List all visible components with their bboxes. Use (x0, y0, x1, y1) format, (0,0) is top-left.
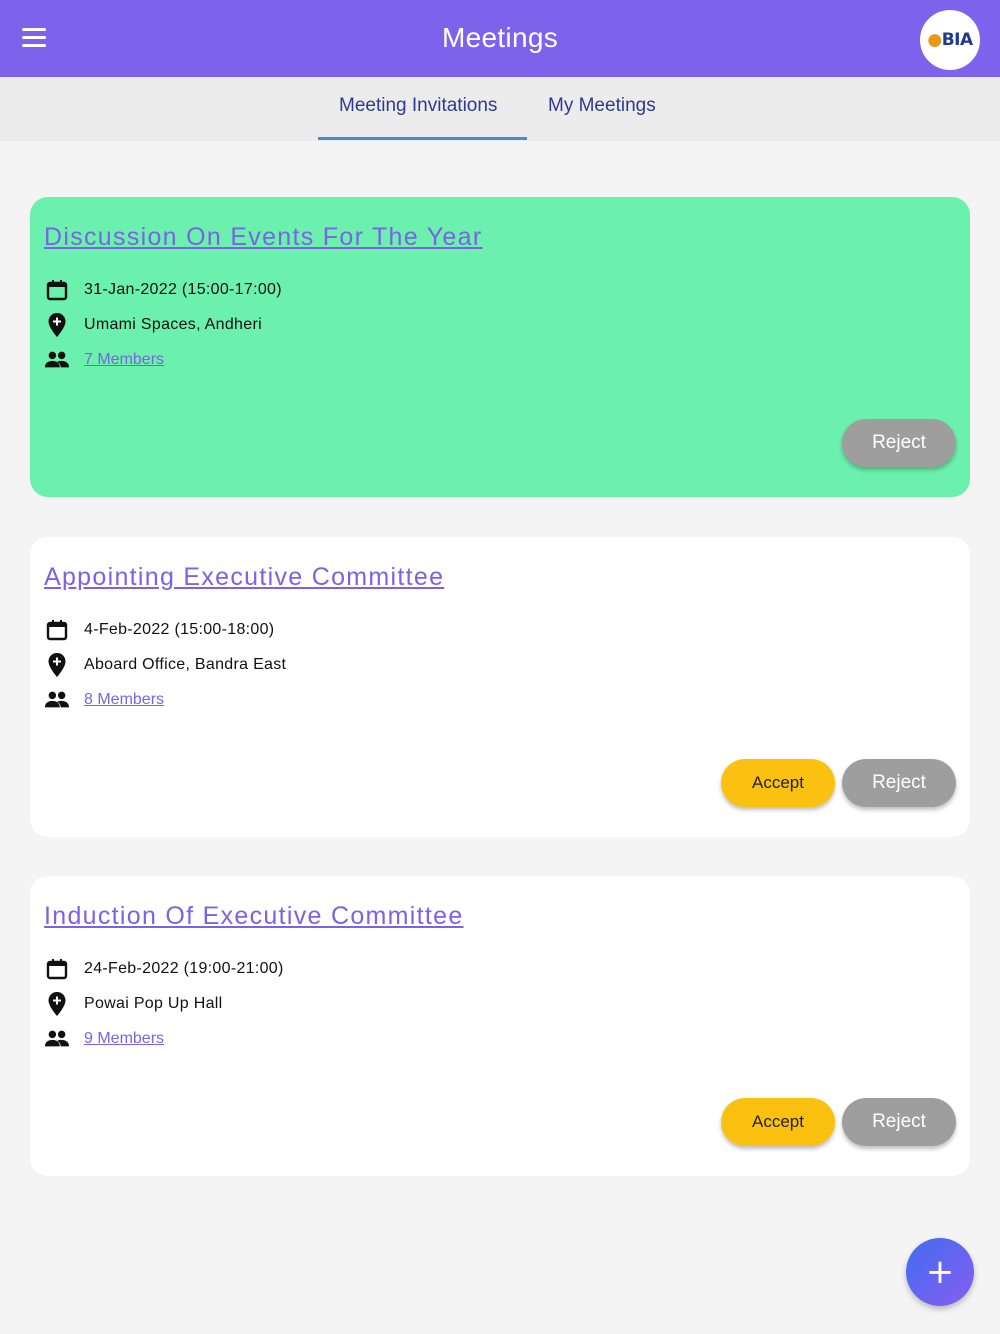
bia-logo[interactable]: ●BIA (920, 10, 980, 70)
app-bar: Meetings ●BIA (0, 0, 1000, 77)
reject-button[interactable]: Reject (842, 759, 956, 807)
accept-button[interactable]: Accept (721, 759, 835, 807)
location-pin-icon (44, 991, 70, 1017)
meeting-members-row: 7 Members (44, 345, 164, 375)
calendar-icon (44, 956, 70, 982)
meeting-location-row: Umami Spaces, Andheri (44, 310, 262, 340)
meeting-location-row: Aboard Office, Bandra East (44, 650, 286, 680)
add-meeting-button[interactable]: + (906, 1238, 974, 1306)
meeting-members-row: 9 Members (44, 1024, 164, 1054)
reject-button[interactable]: Reject (842, 1098, 956, 1146)
members-link[interactable]: 7 Members (84, 351, 164, 369)
tab-bar: Meeting Invitations My Meetings (0, 77, 1000, 141)
meeting-members-row: 8 Members (44, 685, 164, 715)
meeting-title[interactable]: Induction Of Executive Committee (44, 902, 464, 931)
tab-meeting-invitations[interactable]: Meeting Invitations (339, 95, 497, 117)
meeting-card: Appointing Executive Committee 4-Feb-202… (30, 537, 970, 837)
meeting-title[interactable]: Discussion On Events For The Year (44, 223, 482, 252)
plus-icon: + (925, 1252, 955, 1292)
calendar-icon (44, 617, 70, 643)
active-tab-indicator (318, 137, 527, 140)
accept-button[interactable]: Accept (721, 1098, 835, 1146)
members-link[interactable]: 8 Members (84, 691, 164, 709)
calendar-icon (44, 277, 70, 303)
meeting-date-row: 31-Jan-2022 (15:00-17:00) (44, 275, 282, 305)
people-icon (44, 687, 70, 713)
location-pin-icon (44, 652, 70, 678)
meeting-date: 4-Feb-2022 (15:00-18:00) (84, 621, 275, 638)
meeting-date: 24-Feb-2022 (19:00-21:00) (84, 960, 284, 977)
members-link[interactable]: 9 Members (84, 1030, 164, 1048)
meeting-location: Aboard Office, Bandra East (84, 656, 287, 673)
meeting-date-row: 4-Feb-2022 (15:00-18:00) (44, 615, 274, 645)
meeting-card: Discussion On Events For The Year 31-Jan… (30, 197, 970, 497)
meeting-date: 31-Jan-2022 (15:00-17:00) (84, 281, 282, 298)
page-title: Meetings (441, 22, 558, 53)
people-icon (44, 347, 70, 373)
location-pin-icon (44, 312, 70, 338)
meeting-location: Powai Pop Up Hall (84, 995, 223, 1012)
tab-my-meetings[interactable]: My Meetings (548, 95, 656, 117)
people-icon (44, 1026, 70, 1052)
meeting-title[interactable]: Appointing Executive Committee (44, 563, 444, 592)
reject-button[interactable]: Reject (842, 419, 956, 467)
meeting-card: Induction Of Executive Committee 24-Feb-… (30, 876, 970, 1176)
meeting-location: Umami Spaces, Andheri (84, 316, 262, 333)
meeting-location-row: Powai Pop Up Hall (44, 989, 223, 1019)
logo-text: ●BIA (927, 30, 973, 50)
meeting-date-row: 24-Feb-2022 (19:00-21:00) (44, 954, 284, 984)
